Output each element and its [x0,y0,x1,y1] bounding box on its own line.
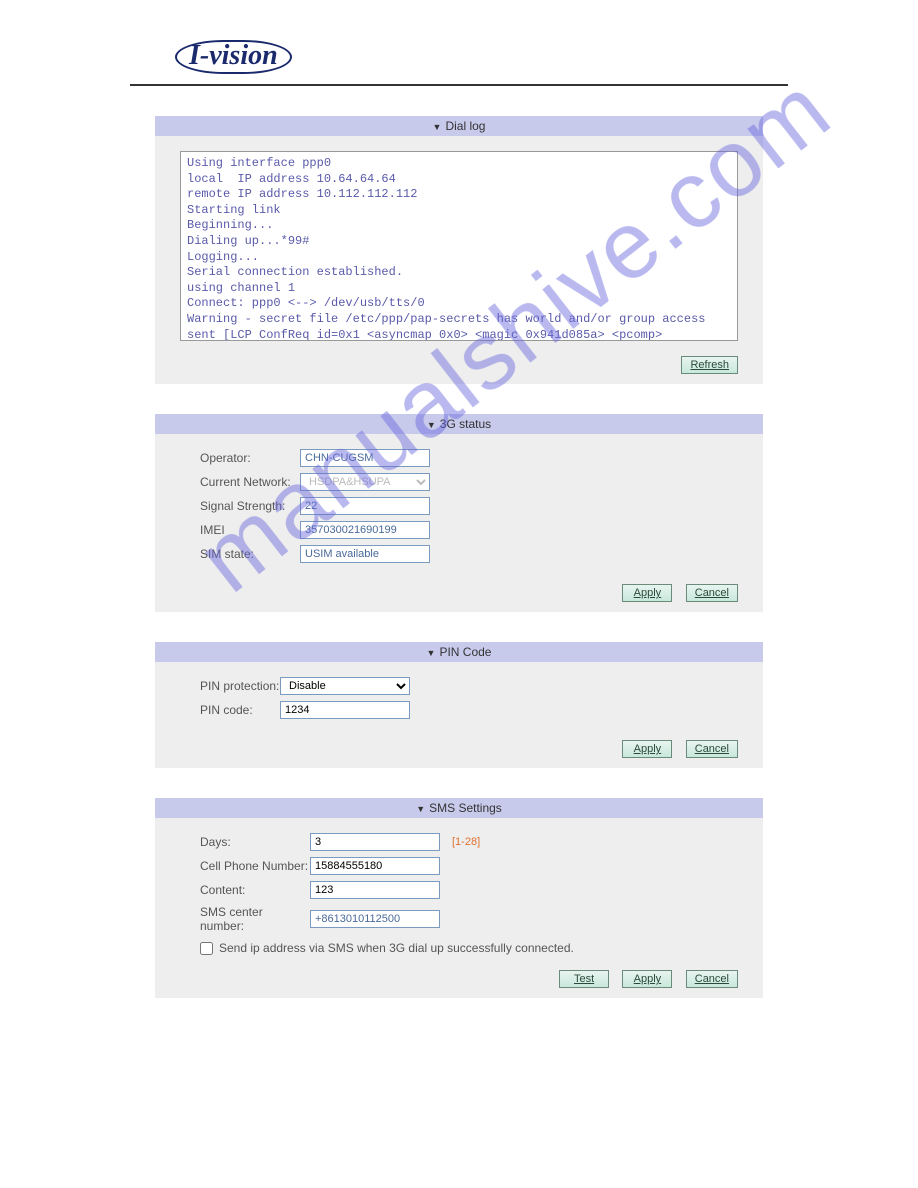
sms-settings-panel: SMS Settings Days: [1-28] Cell Phone Num… [155,798,763,998]
header-divider [130,84,788,86]
pin-code-panel: PIN Code PIN protection: Disable PIN cod… [155,642,763,768]
days-input[interactable] [310,833,440,851]
phone-input[interactable] [310,857,440,875]
content-input[interactable] [310,881,440,899]
refresh-button[interactable]: Refresh [681,356,738,374]
content-label: Content: [200,883,310,897]
cancel-button[interactable]: Cancel [686,584,738,602]
center-input[interactable] [310,910,440,928]
cancel-button[interactable]: Cancel [686,970,738,988]
signal-input[interactable] [300,497,430,515]
operator-label: Operator: [200,451,300,465]
cancel-button[interactable]: Cancel [686,740,738,758]
network-select[interactable]: HSDPA&HSUPA [300,473,430,491]
send-ip-checkbox[interactable] [200,942,213,955]
phone-label: Cell Phone Number: [200,859,310,873]
days-label: Days: [200,835,310,849]
operator-input[interactable] [300,449,430,467]
imei-input[interactable] [300,521,430,539]
sms-settings-header[interactable]: SMS Settings [155,798,763,818]
signal-label: Signal Strength: [200,499,300,513]
sim-input[interactable] [300,545,430,563]
dial-log-header[interactable]: Dial log [155,116,763,136]
3g-status-header[interactable]: 3G status [155,414,763,434]
dial-log-textarea[interactable]: Using interface ppp0 local IP address 10… [180,151,738,341]
pin-code-input[interactable] [280,701,410,719]
imei-label: IMEI [200,523,300,537]
send-ip-label: Send ip address via SMS when 3G dial up … [219,941,574,955]
3g-status-panel: 3G status Operator: Current Network: HSD… [155,414,763,612]
apply-button[interactable]: Apply [622,584,672,602]
pin-protection-label: PIN protection: [200,679,280,693]
pin-protection-select[interactable]: Disable [280,677,410,695]
apply-button[interactable]: Apply [622,740,672,758]
days-hint: [1-28] [452,836,480,848]
dial-log-panel: Dial log Using interface ppp0 local IP a… [155,116,763,384]
network-label: Current Network: [200,475,300,489]
pin-code-header[interactable]: PIN Code [155,642,763,662]
test-button[interactable]: Test [559,970,609,988]
center-label: SMS center number: [200,905,310,933]
apply-button[interactable]: Apply [622,970,672,988]
pin-code-label: PIN code: [200,703,280,717]
logo: I-vision [175,40,292,74]
sim-label: SIM state: [200,547,300,561]
